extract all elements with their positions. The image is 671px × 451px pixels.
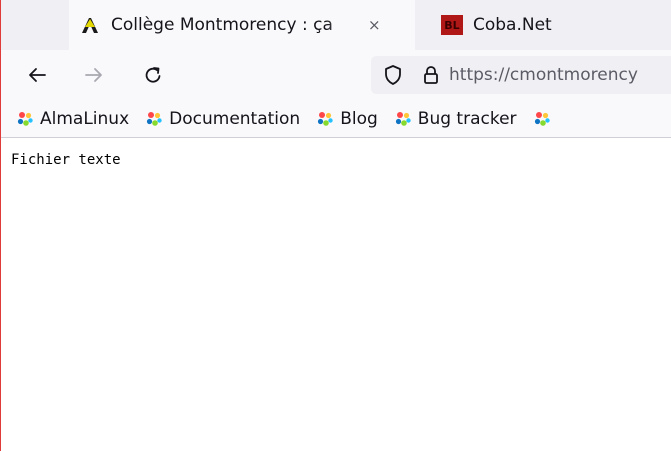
browser-window: Collège Montmorency : ça × BL Coba.Net h… [0, 0, 671, 451]
reload-button[interactable] [140, 62, 166, 88]
almalinux-icon [17, 111, 33, 126]
almalinux-icon [534, 111, 550, 126]
almalinux-icon [147, 111, 162, 126]
lock-icon [424, 66, 438, 84]
bookmark-almalinux[interactable]: AlmaLinux [16, 109, 129, 129]
page-content: Fichier texte [1, 138, 671, 451]
reload-icon [145, 67, 161, 83]
tab-title: Collège Montmorency : ça [111, 15, 333, 35]
back-button[interactable] [24, 62, 50, 88]
arrow-left-icon [29, 68, 46, 82]
navigation-bar: https://cmontmorency [1, 50, 671, 100]
shield-icon [385, 65, 401, 85]
almalinux-icon [395, 111, 411, 126]
plain-text-content: Fichier texte [11, 152, 121, 168]
bookmark-label: AlmaLinux [40, 108, 130, 129]
arrow-right-icon [85, 68, 102, 82]
tab-college-montmorency[interactable]: Collège Montmorency : ça × [69, 0, 415, 50]
tab-coba-net[interactable]: BL Coba.Net [431, 0, 671, 50]
bookmark-overflow[interactable] [533, 110, 557, 128]
url-bar[interactable]: https://cmontmorency [371, 56, 671, 94]
url-text: https://cmontmorency [449, 65, 638, 85]
almalinux-a-icon [82, 18, 98, 33]
close-tab-icon[interactable]: × [368, 16, 381, 34]
bookmark-label: Blog [340, 108, 378, 129]
bookmark-label: Bug tracker [417, 108, 517, 129]
tab-strip: Collège Montmorency : ça × BL Coba.Net [1, 0, 671, 50]
bookmark-bug-tracker[interactable]: Bug tracker [394, 109, 517, 129]
coba-logo-icon: BL [441, 15, 463, 35]
almalinux-icon [318, 111, 333, 126]
bookmarks-toolbar: AlmaLinux Documentation Blog Bug tracker [1, 100, 671, 138]
bookmark-documentation[interactable]: Documentation [145, 109, 300, 129]
tab-title: Coba.Net [473, 15, 552, 35]
bookmark-label: Documentation [169, 108, 301, 129]
forward-button[interactable] [81, 62, 107, 88]
bookmark-blog[interactable]: Blog [316, 109, 378, 129]
